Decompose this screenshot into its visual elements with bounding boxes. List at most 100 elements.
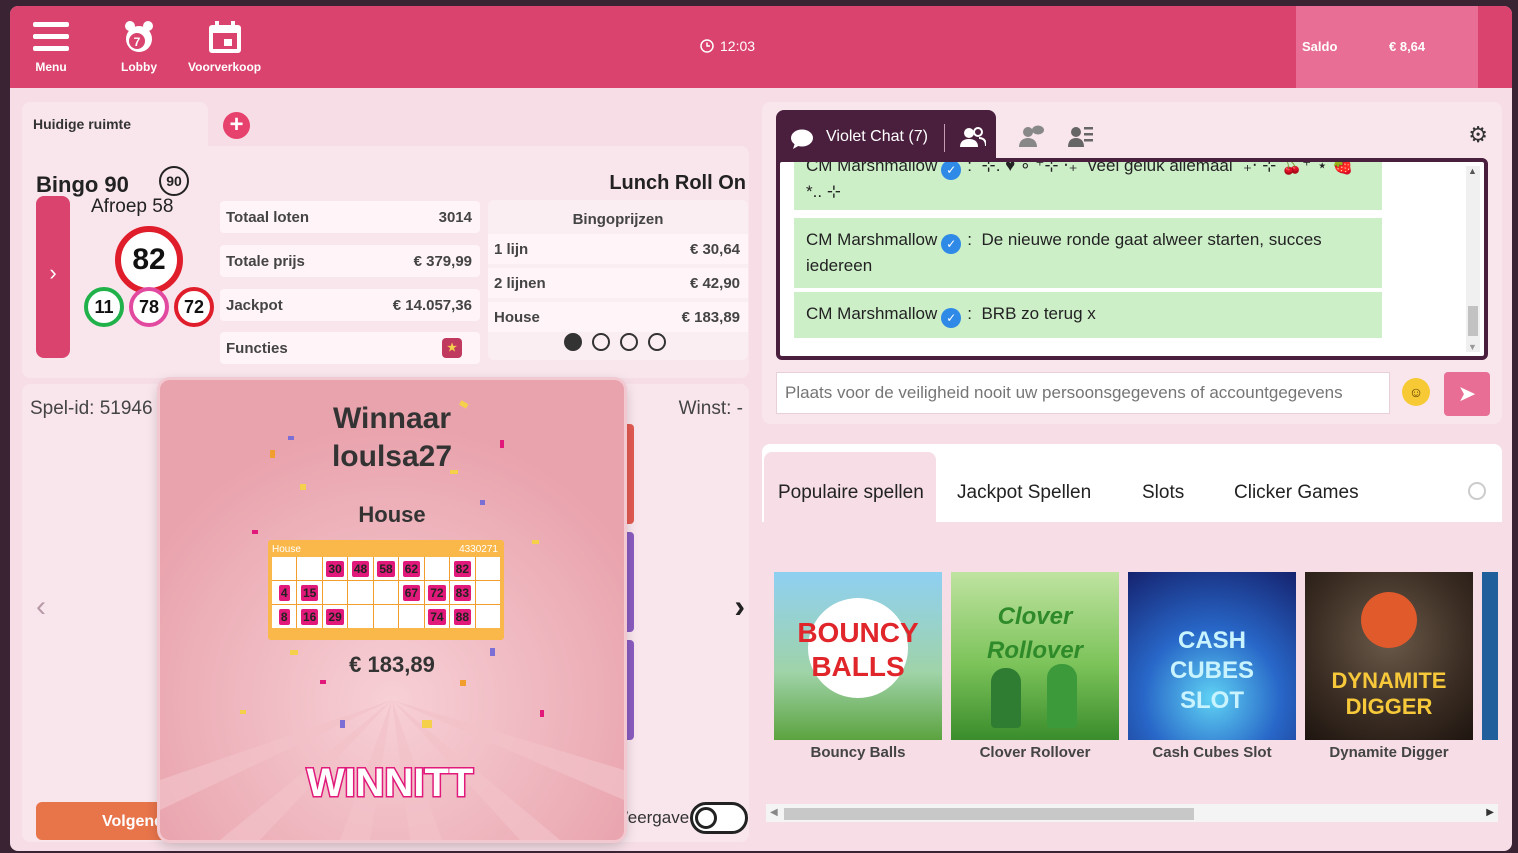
view-toggle[interactable] [690, 802, 748, 834]
ticket-cell [424, 557, 450, 580]
ticket-cell: 83 [450, 581, 475, 604]
send-button[interactable]: ➤ [1444, 372, 1490, 416]
scroll-right-icon[interactable]: ▶ [1486, 807, 1494, 818]
lobby-button[interactable]: 7 Lobby [120, 20, 158, 74]
ticket-cell [348, 581, 373, 604]
svg-text:7: 7 [134, 35, 141, 49]
ticket-number: 48 [351, 560, 370, 577]
tab-label: Clicker Games [1234, 482, 1359, 503]
saldo-panel[interactable]: Saldo € 8,64 [1296, 6, 1478, 88]
thumb-title: CASH CUBES SLOT [1169, 627, 1254, 714]
game-thumbnail: Clover Rollover [951, 572, 1119, 740]
chat-tab-label: Violet Chat (7) [826, 128, 928, 145]
ticket-number: 15 [300, 584, 319, 601]
send-arrow-icon: ➤ [1457, 381, 1477, 406]
previous-ball: 72 [174, 287, 214, 327]
plus-icon: + [229, 111, 244, 138]
search-icon[interactable] [1468, 482, 1486, 500]
ticket-cell: 4 [272, 581, 297, 604]
stat-total-prize: Totale prijs € 379,99 [220, 245, 480, 277]
game-card-dynamite-digger[interactable]: DYNAMITE DIGGER Dynamite Digger [1305, 572, 1473, 761]
ticket-cell: 29 [322, 605, 348, 628]
chat-message: CM Marshmallow ✓: ⊹. ♥ ∘ ⁺⊹ ‧₊˚ veel gelu… [794, 158, 1382, 210]
functions-row[interactable]: Functies ★ [220, 332, 480, 364]
app-window: Menu 7 Lobby Voorverkoop 12:03 Saldo € 8… [10, 6, 1512, 851]
current-room-tab[interactable]: Huidige ruimte [22, 102, 208, 152]
game-thumbnail: BOUNCY BALLS [774, 572, 942, 740]
scroll-thumb[interactable] [1468, 306, 1478, 336]
ticket-grid: 30 48 58 62 82 4 15 67 72 83 8 16 29 74 88 [272, 557, 500, 628]
carousel-dot[interactable] [648, 333, 666, 351]
winner-modal: Winnaar loulsa27 House House 4330271 30 4… [160, 380, 624, 840]
user-list-icon[interactable] [1068, 124, 1094, 148]
expand-room-button[interactable]: › [36, 196, 70, 358]
chat-scrollbar[interactable]: ▲ ▼ [1466, 166, 1480, 352]
add-room-button[interactable]: + [223, 112, 250, 139]
menu-button[interactable]: Menu [32, 20, 70, 74]
scroll-up-icon[interactable]: ▲ [1468, 166, 1477, 176]
saldo-label: Saldo [1302, 39, 1338, 54]
chat-tab-violet[interactable]: Violet Chat (7) [776, 110, 996, 164]
stat-label: Functies [226, 340, 288, 357]
thumb-art [1047, 664, 1077, 728]
chat-settings-button[interactable]: ⚙ [1468, 122, 1488, 148]
game-card-partial[interactable] [1482, 572, 1498, 740]
winner-amount: € 183,89 [349, 652, 435, 677]
games-panel: Populaire spellen Jackpot Spellen Slots … [762, 444, 1502, 830]
game-card-clover-rollover[interactable]: Clover Rollover Clover Rollover [951, 572, 1119, 761]
chat-panel: Violet Chat (7) ⚙ CM Marshmallow ✓: ⊹. ♥… [762, 102, 1502, 424]
carousel-dot[interactable] [564, 333, 582, 351]
prize-row: House € 183,89 [488, 302, 748, 332]
stat-label: Jackpot [226, 297, 283, 314]
ticket-cell: 82 [450, 557, 475, 580]
ticket-number: 83 [453, 584, 471, 601]
chat-separator: : [967, 158, 982, 175]
next-game-button[interactable]: Volgende [36, 802, 176, 840]
ticket-cell [297, 557, 322, 580]
game-card-cash-cubes-slot[interactable]: CASH CUBES SLOT Cash Cubes Slot [1128, 572, 1296, 761]
carousel-dot[interactable] [592, 333, 610, 351]
ticket-cell: 48 [348, 557, 373, 580]
games-scrollbar[interactable]: ◀ ▶ [766, 804, 1498, 822]
ticket-label: House [272, 544, 301, 555]
room-panel: Bingo 90 90 Afroep 58 › 82 11 78 72 Tota… [22, 146, 749, 378]
tab-jackpot-spellen[interactable]: Jackpot Spellen [957, 452, 1091, 528]
game-thumbnail: CASH CUBES SLOT [1128, 572, 1296, 740]
calendar-icon [208, 21, 241, 53]
carousel-dot[interactable] [620, 333, 638, 351]
tab-populaire-spellen[interactable]: Populaire spellen [764, 452, 936, 528]
emoji-button[interactable]: ☺ [1402, 378, 1430, 406]
private-chat-icon[interactable] [1018, 124, 1044, 148]
scroll-left-icon[interactable]: ◀ [770, 807, 778, 818]
tab-slots[interactable]: Slots [1142, 452, 1184, 528]
ticket-number: 16 [300, 608, 319, 625]
thumb-title: Clover Rollover [986, 603, 1084, 664]
room-name: Lunch Roll On [609, 172, 746, 194]
tab-clicker-games[interactable]: Clicker Games [1234, 452, 1359, 528]
winner-username: loulsa27 [331, 440, 453, 473]
prev-ticket-button[interactable]: ‹ [36, 590, 46, 624]
game-type-badge: 90 [159, 166, 189, 196]
chat-messages[interactable]: CM Marshmallow ✓: ⊹. ♥ ∘ ⁺⊹ ‧₊˚ veel gelu… [776, 158, 1488, 360]
gear-icon: ⚙ [1468, 122, 1488, 147]
svg-text:WINNITT: WINNITT [307, 761, 474, 805]
previous-ball: 11 [84, 287, 124, 327]
chat-user: CM Marshmallow [806, 304, 938, 323]
ticket-cell: 88 [450, 605, 475, 628]
stat-jackpot: Jackpot € 14.057,36 [220, 289, 480, 321]
prize-label: House [494, 309, 540, 326]
game-card-bouncy-balls[interactable]: BOUNCY BALLS Bouncy Balls [774, 572, 942, 761]
users-icon[interactable] [960, 126, 986, 148]
chat-input[interactable] [776, 372, 1390, 414]
voorverkoop-button[interactable]: Voorverkoop [188, 20, 261, 74]
ticket-number: 8 [278, 608, 290, 625]
thumb-art [991, 668, 1021, 728]
menu-label: Menu [35, 60, 67, 74]
scroll-down-icon[interactable]: ▼ [1468, 342, 1477, 352]
scroll-thumb[interactable] [784, 808, 1194, 820]
next-ticket-button[interactable]: › [734, 588, 745, 625]
game-name: Bingo 90 [36, 172, 129, 197]
saldo-value: € 8,64 [1389, 39, 1426, 54]
chat-bubble-icon [791, 129, 813, 149]
clock-icon [700, 39, 714, 53]
